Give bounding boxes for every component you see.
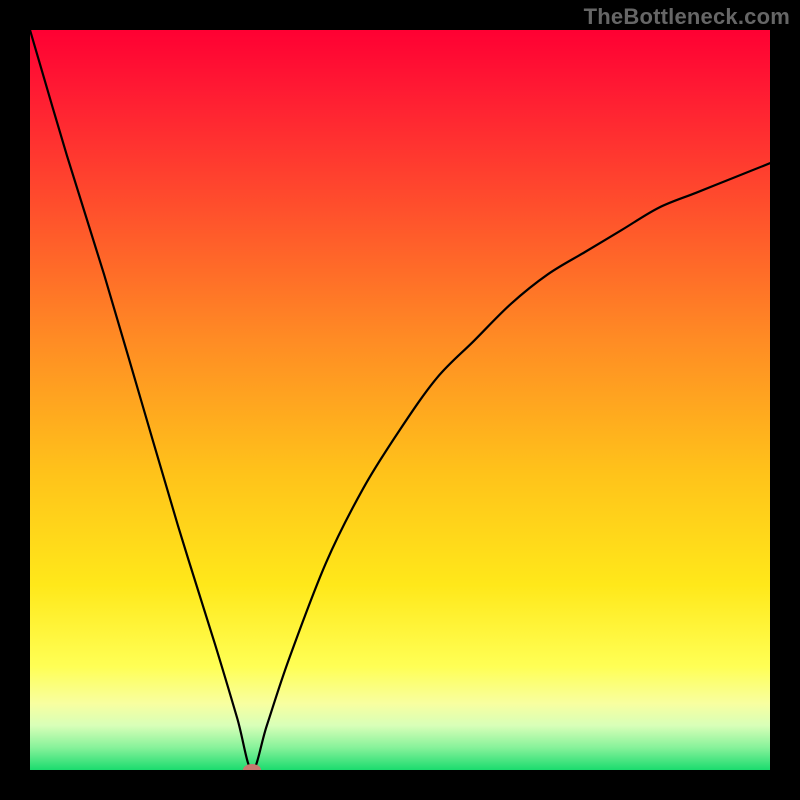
chart-frame: TheBottleneck.com bbox=[0, 0, 800, 800]
attribution-text: TheBottleneck.com bbox=[584, 4, 790, 30]
minimum-marker bbox=[243, 764, 261, 770]
bottleneck-curve bbox=[30, 30, 770, 770]
plot-area bbox=[30, 30, 770, 770]
